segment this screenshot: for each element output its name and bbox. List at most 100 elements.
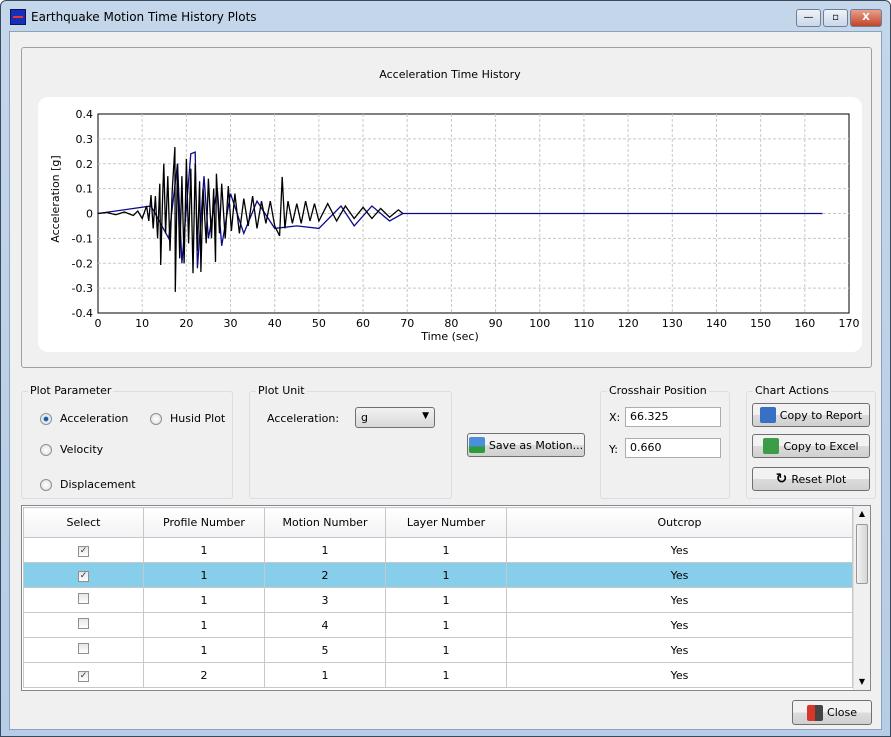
scroll-up-icon[interactable]: ▲: [854, 506, 870, 522]
crosshair-group: Crosshair Position X: 66.325 Y: 0.660: [600, 384, 730, 499]
checkbox[interactable]: [78, 618, 89, 629]
column-header[interactable]: Profile Number: [143, 507, 265, 538]
outcrop-cell: Yes: [506, 587, 853, 613]
y-tick-label: -0.1: [72, 232, 93, 245]
acceleration-chart[interactable]: Acceleration Time History 0 10 20 30 40 50 60 7…: [22, 48, 873, 369]
scroll-down-icon[interactable]: ▼: [854, 674, 870, 690]
save-as-motion-button[interactable]: Save as Motion...: [467, 433, 585, 457]
title-bar[interactable]: Earthquake Motion Time History Plots — ▫…: [1, 1, 890, 31]
x-tick-label: 130: [662, 317, 683, 330]
column-header[interactable]: Select: [23, 507, 144, 538]
x-axis-label: Time (sec): [420, 330, 479, 343]
chart-actions-label: Chart Actions: [753, 384, 831, 397]
checkbox-checked[interactable]: ✓: [78, 671, 89, 682]
y-axis-label: Acceleration [g]: [49, 155, 62, 242]
refresh-icon: ↻: [775, 471, 788, 487]
radio-acceleration[interactable]: Acceleration: [40, 412, 128, 425]
scrollbar-thumb[interactable]: [856, 524, 868, 584]
profile-cell: 1: [143, 637, 265, 663]
table-row[interactable]: 1 4 1 Yes: [23, 612, 853, 638]
select-cell[interactable]: [23, 587, 144, 613]
y-tick-label: 0.1: [76, 183, 94, 196]
chart-panel: Acceleration Time History 0 10 20 30 40 50 60 7…: [21, 47, 872, 368]
checkbox-checked[interactable]: ✓: [78, 571, 89, 582]
chevron-down-icon: ▼: [422, 411, 429, 421]
close-button[interactable]: Close: [792, 700, 872, 725]
motion-cell: 5: [264, 637, 386, 663]
table-row[interactable]: 1 3 1 Yes: [23, 587, 853, 613]
outcrop-cell: Yes: [506, 662, 853, 688]
radio-icon: [40, 478, 52, 491]
motion-cell: 4: [264, 612, 386, 638]
plot-unit-label: Plot Unit: [256, 384, 307, 397]
x-tick-label: 80: [444, 317, 458, 330]
x-tick-label: 70: [400, 317, 414, 330]
select-cell[interactable]: [23, 612, 144, 638]
chart-actions-group: Chart Actions Copy to Report Copy to Exc…: [746, 384, 876, 499]
radio-icon: [40, 443, 52, 456]
x-tick-label: 100: [529, 317, 550, 330]
y-tick-label: -0.2: [72, 257, 93, 270]
select-cell[interactable]: ✓: [23, 662, 144, 688]
radio-husid-plot[interactable]: Husid Plot: [150, 412, 225, 425]
unit-dropdown[interactable]: g ▼: [355, 407, 435, 428]
copy-excel-label: Copy to Excel: [783, 439, 859, 453]
checkbox[interactable]: [78, 593, 89, 604]
x-tick-label: 120: [618, 317, 639, 330]
motion-cell: 1: [264, 662, 386, 688]
x-tick-label: 140: [706, 317, 727, 330]
x-tick-label: 20: [179, 317, 193, 330]
crosshair-label: Crosshair Position: [607, 384, 709, 397]
x-tick-label: 30: [224, 317, 238, 330]
motion-table: Select Profile Number Motion Number Layer N…: [21, 505, 871, 691]
layer-cell: 1: [385, 612, 507, 638]
copy-to-excel-button[interactable]: Copy to Excel: [752, 434, 870, 458]
table-row[interactable]: 1 5 1 Yes: [23, 637, 853, 663]
plot-parameter-label: Plot Parameter: [28, 384, 114, 397]
plot-parameter-group: Plot Parameter Acceleration Husid Plot V…: [21, 384, 233, 499]
reset-plot-label: Reset Plot: [791, 472, 847, 486]
table-row[interactable]: ✓ 1 1 1 Yes: [23, 537, 853, 563]
reset-plot-button[interactable]: ↻ Reset Plot: [752, 467, 870, 491]
copy-report-label: Copy to Report: [779, 408, 863, 422]
table-row[interactable]: ✓ 2 1 1 Yes: [23, 662, 853, 688]
radio-displacement[interactable]: Displacement: [40, 478, 136, 491]
table-row[interactable]: ✓ 1 2 1 Yes: [23, 562, 853, 588]
crosshair-x-field[interactable]: 66.325: [625, 407, 721, 427]
x-tick-label: 60: [356, 317, 370, 330]
x-tick-label: 0: [95, 317, 102, 330]
exit-door-icon: [807, 704, 824, 721]
profile-cell: 1: [143, 562, 265, 588]
radio-label: Acceleration: [60, 412, 129, 425]
y-tick-label: 0.3: [76, 133, 94, 146]
minimize-button[interactable]: —: [796, 9, 821, 27]
checkbox-checked[interactable]: ✓: [78, 546, 89, 557]
motion-cell: 2: [264, 562, 386, 588]
column-header[interactable]: Layer Number: [385, 507, 507, 538]
x-tick-label: 170: [839, 317, 860, 330]
radio-icon: [150, 412, 162, 425]
profile-cell: 2: [143, 662, 265, 688]
layer-cell: 1: [385, 537, 507, 563]
radio-label: Displacement: [60, 478, 136, 491]
copy-to-report-button[interactable]: Copy to Report: [752, 403, 870, 427]
profile-cell: 1: [143, 537, 265, 563]
select-cell[interactable]: [23, 637, 144, 663]
column-header[interactable]: Outcrop: [506, 507, 853, 538]
y-tick-label: 0.2: [76, 158, 94, 171]
radio-velocity[interactable]: Velocity: [40, 443, 103, 456]
x-tick-label: 150: [750, 317, 771, 330]
layer-cell: 1: [385, 562, 507, 588]
window-title: Earthquake Motion Time History Plots: [31, 10, 257, 24]
select-cell[interactable]: ✓: [23, 537, 144, 563]
column-header[interactable]: Motion Number: [264, 507, 386, 538]
checkbox[interactable]: [78, 643, 89, 654]
crosshair-y-field[interactable]: 0.660: [625, 438, 721, 458]
maximize-button[interactable]: ▫: [823, 9, 848, 27]
window: Earthquake Motion Time History Plots — ▫…: [0, 0, 891, 737]
vertical-scrollbar[interactable]: ▲ ▼: [853, 506, 870, 690]
radio-checked-icon: [40, 412, 52, 425]
word-icon: [759, 407, 776, 423]
select-cell[interactable]: ✓: [23, 562, 144, 588]
close-window-button[interactable]: X: [850, 9, 882, 27]
